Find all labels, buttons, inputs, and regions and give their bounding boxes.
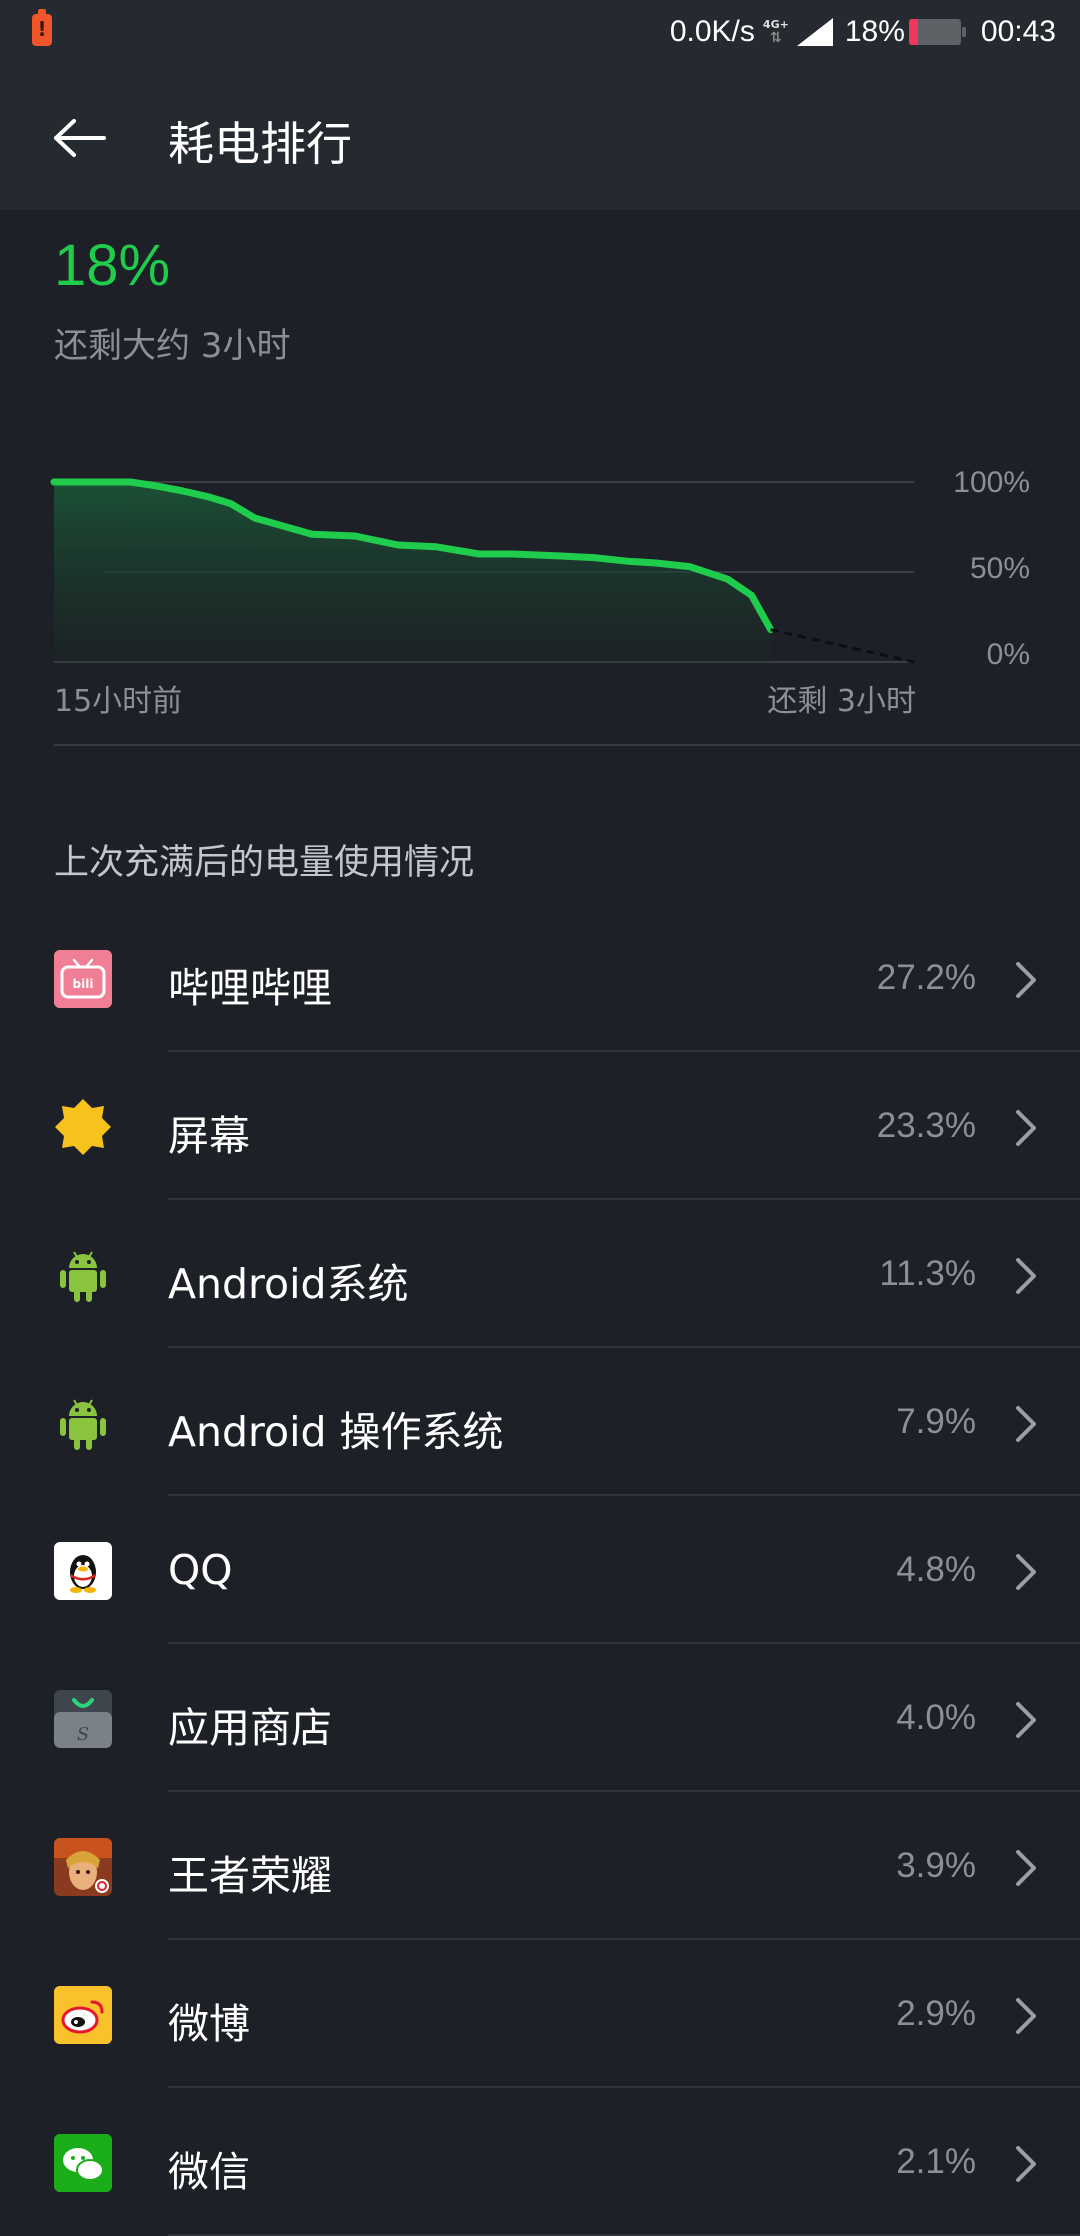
app-name: 屏幕 — [168, 1112, 250, 1160]
projection-line — [770, 628, 915, 664]
battery-level-percent: 18% — [54, 233, 171, 298]
list-item-honor-of-kings[interactable]: 王者荣耀 3.9% — [0, 1792, 1080, 1940]
app-name: 微博 — [168, 2000, 250, 2048]
wechat-icon — [54, 2134, 112, 2192]
svg-text:S: S — [77, 1724, 89, 1745]
app-name: Android系统 — [168, 1260, 409, 1308]
app-name: QQ — [168, 1546, 233, 1594]
app-percent: 7.9% — [896, 1402, 976, 1441]
chevron-right-icon — [1016, 1258, 1036, 1294]
list-item-app-store[interactable]: S 应用商店 4.0% — [0, 1644, 1080, 1792]
screen-brightness-icon — [54, 1098, 112, 1156]
chevron-right-icon — [1016, 1998, 1036, 2034]
honor-of-kings-icon — [54, 1838, 112, 1896]
chevron-right-icon — [1016, 1850, 1036, 1886]
section-title: 上次充满后的电量使用情况 — [54, 843, 475, 883]
app-name: 微信 — [168, 2148, 250, 2196]
arrow-left-icon — [54, 119, 106, 157]
status-right: 0.0K/s 4G+ ⇅ 18% 00:43 — [670, 10, 1056, 54]
app-percent: 27.2% — [876, 958, 976, 997]
app-name: Android 操作系统 — [168, 1408, 504, 1456]
clock: 00:43 — [980, 15, 1056, 48]
network-speed: 0.0K/s — [669, 15, 755, 48]
list-item-wechat[interactable]: 微信 2.1% — [0, 2088, 1080, 2236]
bilibili-icon: bili — [54, 950, 112, 1008]
y-tick-100: 100% — [953, 466, 1030, 499]
app-percent: 4.8% — [896, 1550, 976, 1589]
weibo-icon — [54, 1986, 112, 2044]
signal-icon — [796, 18, 833, 46]
x-label-start: 15小时前 — [54, 684, 183, 719]
x-label-end: 还剩 3小时 — [767, 684, 916, 719]
app-percent: 3.9% — [896, 1846, 976, 1885]
svg-text:bili: bili — [73, 977, 94, 991]
chevron-right-icon — [1016, 1110, 1036, 1146]
divider — [54, 744, 1080, 746]
chevron-right-icon — [1016, 962, 1036, 998]
list-item-bilibili[interactable]: bili 哔哩哔哩 27.2% — [0, 904, 1080, 1052]
battery-percent: 18% — [844, 15, 905, 48]
qq-penguin-icon — [54, 1542, 112, 1600]
battery-alert-icon: ! — [32, 9, 52, 46]
list-item-screen[interactable]: 屏幕 23.3% — [0, 1052, 1080, 1200]
battery-icon — [908, 19, 966, 45]
app-usage-list: bili 哔哩哔哩 27.2% 屏幕 23.3% Android系统 11.3%… — [0, 904, 1080, 2236]
list-item-qq[interactable]: QQ 4.8% — [0, 1496, 1080, 1644]
chevron-right-icon — [1016, 1554, 1036, 1590]
back-button[interactable] — [34, 102, 126, 174]
android-icon — [54, 1394, 112, 1452]
app-percent: 2.9% — [896, 1994, 976, 2033]
status-bar: ! 0.0K/s 4G+ ⇅ 18% 00:43 — [0, 0, 1080, 64]
app-percent: 23.3% — [876, 1106, 976, 1145]
list-item-android-system[interactable]: Android系统 11.3% — [0, 1200, 1080, 1348]
battery-area — [54, 482, 771, 662]
app-percent: 2.1% — [896, 2142, 976, 2181]
app-percent: 11.3% — [879, 1254, 976, 1293]
chevron-right-icon — [1016, 2146, 1036, 2182]
y-tick-0: 0% — [986, 638, 1030, 671]
page-title: 耗电排行 — [168, 117, 352, 171]
chevron-right-icon — [1016, 1406, 1036, 1442]
list-item-android-os[interactable]: Android 操作系统 7.9% — [0, 1348, 1080, 1496]
list-item-weibo[interactable]: 微博 2.9% — [0, 1940, 1080, 2088]
app-percent: 4.0% — [896, 1698, 976, 1737]
battery-fill — [908, 19, 919, 45]
app-name: 王者荣耀 — [168, 1852, 332, 1900]
app-store-icon: S — [54, 1690, 112, 1748]
network-type-indicator: 4G+ ⇅ — [762, 18, 789, 46]
remaining-time: 还剩大约 3小时 — [54, 326, 291, 366]
chevron-right-icon — [1016, 1702, 1036, 1738]
app-bar: 耗电排行 — [0, 64, 1080, 210]
app-name: 哔哩哔哩 — [168, 964, 332, 1012]
app-name: 应用商店 — [168, 1704, 332, 1752]
android-icon — [54, 1246, 112, 1304]
y-tick-50: 50% — [969, 552, 1030, 585]
